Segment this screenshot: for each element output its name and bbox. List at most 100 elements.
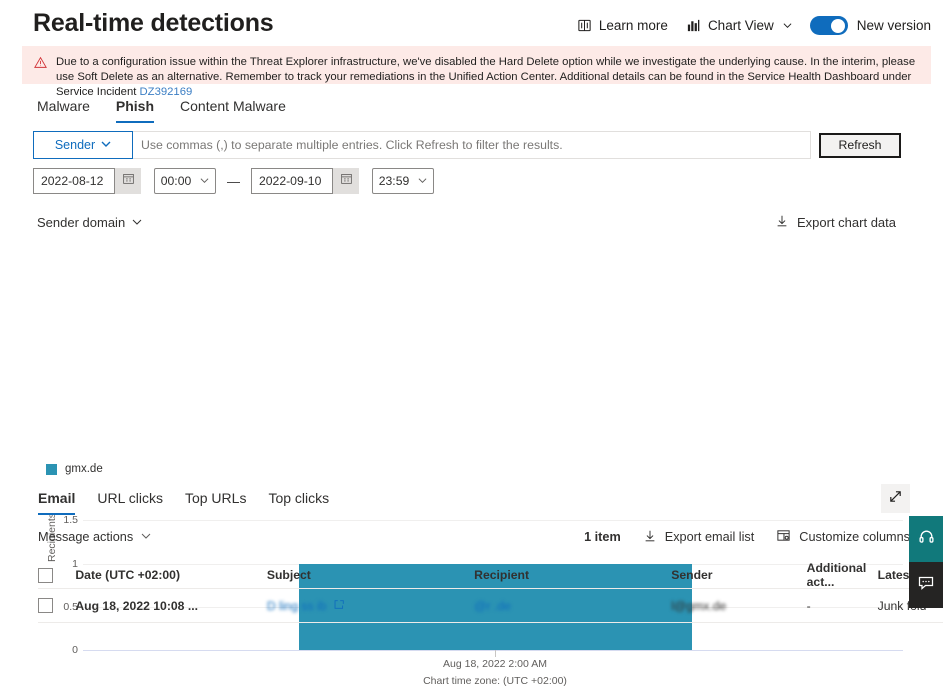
customize-columns-button[interactable]: Customize columns [776, 528, 910, 546]
chart-timezone-note: Chart time zone: (UTC +02:00) [423, 675, 567, 687]
tab-phish[interactable]: Phish [115, 98, 155, 123]
warning-icon [34, 56, 47, 74]
group-by-label: Sender domain [37, 215, 126, 230]
chevron-down-icon [200, 174, 209, 188]
select-all-checkbox[interactable] [38, 567, 53, 583]
tab-top-clicks[interactable]: Top clicks [268, 490, 329, 515]
detections-bar-chart: Recipients 1.5 1 0.5 0 Aug 18, 2022 2:00… [0, 239, 943, 687]
customize-columns-label: Customize columns [799, 530, 910, 544]
book-icon [577, 18, 592, 33]
table-row[interactable]: Aug 18, 2022 10:08 ... D ling ss ib @r .… [38, 588, 943, 623]
x-tick-mark [495, 650, 496, 657]
sender-filter-label: Sender [54, 138, 96, 152]
cell-subject[interactable]: D ling ss ib [267, 599, 474, 613]
banner-text: Due to a configuration issue within the … [56, 55, 919, 100]
export-email-list-button[interactable]: Export email list [643, 529, 755, 546]
page-header: Real-time detections Learn more Chart Vi… [0, 0, 943, 46]
table-toolbar-right: 1 item Export email list Customize colum… [584, 528, 910, 546]
tab-email[interactable]: Email [38, 490, 76, 515]
end-date-input[interactable] [251, 168, 333, 194]
sender-filter-dropdown[interactable]: Sender [33, 131, 133, 159]
expand-button[interactable] [881, 484, 910, 513]
new-version-label: New version [856, 18, 931, 33]
download-icon [643, 529, 657, 546]
toggle-knob [830, 18, 845, 33]
select-all-cell [38, 567, 75, 583]
chart-legend[interactable]: gmx.de [46, 463, 103, 475]
expand-diagonal-icon [888, 489, 903, 509]
subject-link[interactable]: D ling ss ib [267, 599, 327, 613]
filter-query-input[interactable] [133, 131, 811, 159]
row-checkbox[interactable] [38, 598, 53, 613]
column-header-date[interactable]: Date (UTC +02:00) [75, 568, 266, 582]
support-button[interactable] [909, 516, 943, 562]
chevron-down-icon [141, 530, 151, 544]
end-time-select[interactable]: 23:59 [372, 168, 434, 194]
service-incident-link[interactable]: DZ392169 [140, 86, 193, 98]
chevron-down-icon [101, 138, 111, 152]
export-email-list-label: Export email list [664, 530, 755, 544]
message-actions-dropdown[interactable]: Message actions [38, 530, 151, 544]
cell-sender: l@gmx.de [671, 598, 727, 613]
column-header-sender[interactable]: Sender [671, 568, 806, 582]
y-tick-label-0: 0 [72, 644, 78, 656]
cell-recipient[interactable]: @r .de [474, 599, 671, 613]
start-time-select[interactable]: 00:00 [154, 168, 216, 194]
columns-icon [776, 528, 791, 546]
column-header-subject[interactable]: Subject [267, 568, 474, 582]
y-tick-label-1.5: 1.5 [63, 514, 78, 526]
export-chart-data-label: Export chart data [797, 215, 896, 230]
feedback-button[interactable] [909, 562, 943, 608]
warning-banner: Due to a configuration issue within the … [22, 46, 931, 98]
item-count: 1 item [584, 530, 621, 544]
tab-malware[interactable]: Malware [37, 98, 90, 123]
tab-content-malware[interactable]: Content Malware [180, 98, 286, 123]
x-tick-label: Aug 18, 2022 2:00 AM [443, 658, 547, 670]
filter-bar: Sender Refresh [33, 131, 943, 159]
cell-date: Aug 18, 2022 10:08 ... [75, 598, 198, 613]
email-table: Date (UTC +02:00) Subject Recipient Send… [38, 561, 943, 623]
table-header-row: Date (UTC +02:00) Subject Recipient Send… [38, 561, 943, 589]
column-header-additional-action[interactable]: Additional act... [807, 561, 878, 589]
toggle-track[interactable] [809, 16, 848, 35]
end-time-value: 23:59 [378, 174, 410, 188]
chart-view-button[interactable]: Chart View [686, 18, 792, 33]
legend-label-gmx-de: gmx.de [65, 463, 103, 475]
learn-more-label: Learn more [598, 18, 668, 33]
page-title: Real-time detections [33, 9, 274, 37]
row-select-cell [38, 598, 75, 613]
legend-swatch-gmx-de [46, 463, 57, 475]
column-header-recipient[interactable]: Recipient [474, 568, 671, 582]
end-date-calendar-button[interactable] [333, 168, 359, 194]
start-date-calendar-button[interactable] [115, 168, 141, 194]
x-axis-line [83, 650, 903, 651]
chevron-down-icon [783, 21, 792, 30]
open-in-new-icon[interactable] [334, 599, 345, 613]
header-actions: Learn more Chart View New version [577, 16, 931, 35]
date-range-bar: 00:00 — 23:59 [33, 168, 943, 194]
headset-icon [918, 528, 935, 550]
chevron-down-icon [418, 174, 427, 188]
cell-additional-action: - [806, 598, 811, 613]
chart-controls: Sender domain Export chart data [37, 214, 896, 231]
gridline-1.5 [83, 520, 903, 521]
tab-top-urls[interactable]: Top URLs [185, 490, 246, 515]
detection-type-tabs: Malware Phish Content Malware [37, 98, 943, 123]
message-actions-label: Message actions [38, 530, 134, 544]
chevron-down-icon [132, 215, 142, 230]
tab-url-clicks[interactable]: URL clicks [97, 490, 163, 515]
feedback-chat-icon [917, 574, 935, 597]
calendar-icon [340, 172, 353, 190]
start-time-value: 00:00 [160, 174, 192, 188]
table-toolbar: Message actions 1 item Export email list [38, 528, 910, 546]
new-version-toggle[interactable]: New version [809, 16, 931, 35]
details-tabs: Email URL clicks Top URLs Top clicks [38, 490, 329, 515]
chart-view-label: Chart View [707, 18, 774, 33]
export-chart-data-button[interactable]: Export chart data [775, 214, 896, 231]
download-icon [775, 214, 789, 231]
start-date-input[interactable] [33, 168, 115, 194]
date-range-separator: — [227, 173, 240, 189]
learn-more-button[interactable]: Learn more [577, 18, 668, 33]
refresh-button[interactable]: Refresh [819, 132, 901, 158]
group-by-dropdown[interactable]: Sender domain [37, 215, 142, 230]
